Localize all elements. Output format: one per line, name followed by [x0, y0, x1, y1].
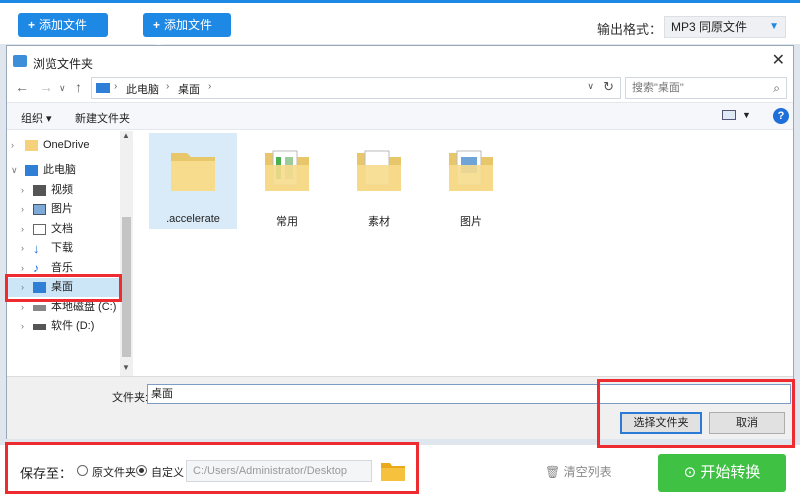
address-bar[interactable]: › 此电脑 › 桌面 › ∨ ↻	[91, 77, 621, 99]
folder-icon	[449, 150, 493, 191]
command-bar: 组织 ▾ 新建文件夹 ▼ ?	[7, 102, 793, 130]
add-file-label: 添加文件	[39, 18, 88, 32]
search-box[interactable]: ⌕	[625, 77, 787, 99]
play-icon: ⊙	[683, 464, 697, 481]
nav-item-pictures[interactable]: › 图片	[7, 200, 119, 219]
chevron-right-icon[interactable]: ›	[21, 239, 24, 258]
music-icon: ♪	[33, 261, 39, 275]
nav-item-label: 此电脑	[43, 164, 76, 176]
folder-icon	[357, 150, 401, 191]
search-input[interactable]	[632, 78, 762, 98]
file-item-changyong[interactable]: 常用	[243, 133, 331, 229]
chevron-right-icon: ›	[208, 81, 212, 92]
scroll-down-icon[interactable]: ▼	[122, 363, 130, 372]
search-icon: ⌕	[773, 81, 780, 95]
file-item-sucai[interactable]: 素材	[335, 133, 423, 229]
address-dropdown-icon[interactable]: ∨	[587, 81, 594, 92]
annotation-box-save	[5, 442, 419, 494]
nav-item-label: 下载	[51, 242, 73, 254]
nav-item-label: 文档	[51, 223, 73, 235]
recent-dropdown-icon[interactable]: ∨	[59, 83, 66, 94]
add-folder-button[interactable]: +添加文件夹	[143, 13, 231, 56]
file-item-accelerate[interactable]: .accelerate	[149, 133, 237, 229]
file-list: .accelerate 常用 素材 图片	[137, 131, 793, 376]
annotation-box-desktop	[5, 274, 122, 302]
video-icon	[33, 185, 46, 196]
app-icon	[13, 55, 27, 67]
file-name: 图片	[460, 216, 482, 228]
documents-icon	[33, 224, 46, 235]
nav-item-onedrive[interactable]: › OneDrive	[7, 136, 119, 155]
nav-item-downloads[interactable]: › ↓ 下载	[7, 239, 119, 258]
chevron-right-icon: ›	[166, 81, 170, 92]
nav-item-videos[interactable]: › 视频	[7, 181, 119, 200]
breadcrumb-desktop[interactable]: 桌面	[178, 81, 200, 97]
nav-item-label: 图片	[51, 203, 73, 215]
help-icon[interactable]: ?	[773, 108, 789, 124]
nav-item-this-pc[interactable]: ∨ 此电脑	[7, 161, 119, 180]
file-name: 素材	[368, 216, 390, 228]
clear-list-button[interactable]: 🗑 清空列表	[545, 463, 612, 480]
folder-label: 文件夹:	[112, 392, 149, 404]
refresh-icon[interactable]: ↻	[603, 79, 614, 95]
download-icon: ↓	[33, 241, 40, 256]
close-icon[interactable]: ✕	[772, 50, 785, 70]
chevron-right-icon[interactable]: ›	[21, 200, 24, 219]
chevron-right-icon[interactable]: ›	[21, 317, 24, 336]
nav-item-drive-d[interactable]: › 软件 (D:)	[7, 317, 119, 336]
annotation-box-buttons	[597, 379, 795, 448]
nav-item-label: 软件 (D:)	[51, 320, 95, 332]
computer-icon	[96, 83, 110, 93]
organize-menu[interactable]: 组织 ▾	[21, 110, 52, 126]
trash-icon: 🗑	[545, 465, 561, 479]
chevron-right-icon: ›	[114, 81, 118, 92]
chevron-right-icon[interactable]: ›	[21, 220, 24, 239]
address-row: ← → ∨ ↑ › 此电脑 › 桌面 › ∨ ↻ ⌕	[7, 76, 793, 102]
nav-item-label: 视频	[51, 184, 73, 196]
nav-scrollbar[interactable]: ▲ ▼	[120, 131, 133, 376]
output-format-value: MP3 同原文件	[671, 20, 748, 34]
plus-icon: +	[153, 18, 161, 32]
drive-icon	[33, 305, 46, 311]
chevron-right-icon[interactable]: ›	[21, 181, 24, 200]
nav-item-documents[interactable]: › 文档	[7, 220, 119, 239]
computer-icon	[25, 165, 38, 176]
dialog-titlebar: 浏览文件夹 ✕	[7, 46, 793, 76]
forward-icon[interactable]: →	[39, 79, 53, 95]
dialog-title: 浏览文件夹	[33, 57, 94, 71]
navigation-pane: › OneDrive ∨ 此电脑 › 视频 › 图片 › 文档 › ↓ 下载 ›…	[7, 131, 133, 376]
file-name: 常用	[276, 216, 298, 228]
app-toolbar: +添加文件 +添加文件夹 输出格式： MP3 同原文件 ▼	[0, 0, 800, 56]
pictures-icon	[33, 204, 46, 215]
nav-item-label: OneDrive	[43, 139, 90, 151]
file-item-tupian[interactable]: 图片	[427, 133, 515, 229]
chevron-right-icon[interactable]: ›	[11, 136, 14, 155]
chevron-down-icon[interactable]: ∨	[11, 161, 18, 180]
new-folder-button[interactable]: 新建文件夹	[75, 110, 130, 126]
folder-icon	[171, 153, 215, 191]
view-dropdown-icon[interactable]: ▼	[742, 110, 751, 120]
output-format-select[interactable]: MP3 同原文件 ▼	[664, 16, 786, 38]
scroll-up-icon[interactable]: ▲	[122, 131, 130, 140]
file-name: .accelerate	[166, 213, 220, 225]
drive-icon	[33, 324, 46, 330]
breadcrumb-this-pc[interactable]: 此电脑	[126, 81, 159, 97]
folder-icon	[25, 140, 38, 151]
scrollbar-thumb[interactable]	[122, 217, 131, 357]
add-file-button[interactable]: + 添加文件	[18, 13, 108, 37]
dropdown-arrow-icon: ▼	[769, 21, 779, 32]
plus-icon: +	[28, 18, 36, 32]
back-icon[interactable]: ←	[15, 79, 29, 95]
clear-list-label: 清空列表	[563, 465, 612, 479]
start-convert-button[interactable]: ⊙ 开始转换	[658, 454, 786, 492]
folder-icon	[265, 150, 309, 191]
start-label: 开始转换	[700, 464, 761, 481]
up-icon[interactable]: ↑	[75, 79, 82, 95]
view-options-icon[interactable]	[722, 110, 736, 120]
output-format-label: 输出格式：	[597, 22, 663, 37]
